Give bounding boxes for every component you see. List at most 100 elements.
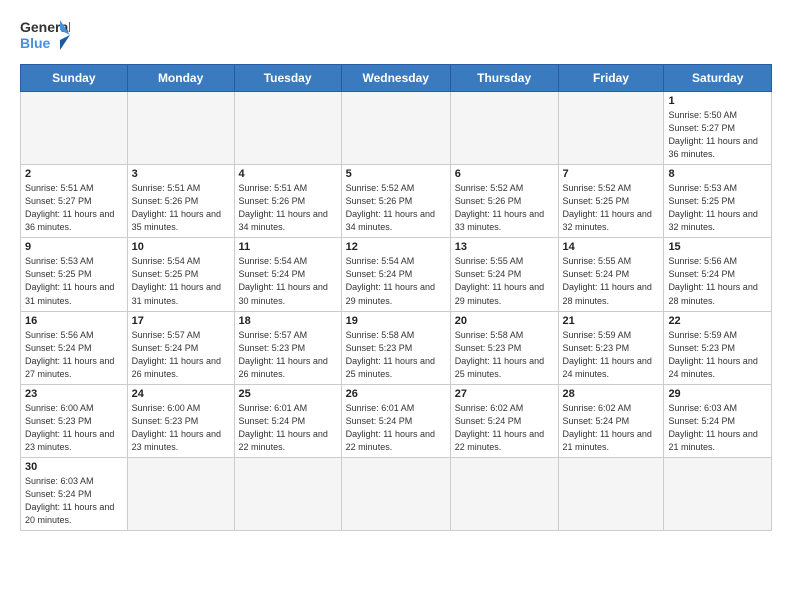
day-cell: 16 Sunrise: 5:56 AM Sunset: 5:24 PM Dayli…	[21, 311, 128, 384]
day-number: 15	[668, 241, 767, 253]
day-cell: 7Sunrise: 5:52 AM Sunset: 5:25 PM Daylig…	[558, 165, 664, 238]
day-number: 6	[455, 168, 554, 180]
calendar-header: SundayMondayTuesdayWednesdayThursdayFrid…	[21, 65, 772, 92]
day-number: 2	[25, 168, 123, 180]
day-cell: 27 Sunrise: 6:02 AM Sunset: 5:24 PM Dayli…	[450, 384, 558, 457]
day-number: 18	[239, 315, 337, 327]
day-cell: 18 Sunrise: 5:57 AM Sunset: 5:23 PM Dayli…	[234, 311, 341, 384]
day-cell	[127, 92, 234, 165]
day-number: 26	[346, 388, 446, 400]
week-row-1: 1 Sunrise: 5:50 AM Sunset: 5:27 PM Daylig…	[21, 92, 772, 165]
day-cell	[558, 457, 664, 530]
day-info: Sunrise: 5:50 AM Sunset: 5:27 PM Dayligh…	[668, 109, 767, 161]
day-number: 5	[346, 168, 446, 180]
day-info: Sunrise: 5:51 AM Sunset: 5:26 PM Dayligh…	[132, 182, 230, 234]
day-cell	[558, 92, 664, 165]
day-number: 8	[668, 168, 767, 180]
day-cell	[127, 457, 234, 530]
day-cell: 5 Sunrise: 5:52 AM Sunset: 5:26 PM Daylig…	[341, 165, 450, 238]
day-info: Sunrise: 5:54 AM Sunset: 5:25 PM Dayligh…	[132, 255, 230, 307]
week-row-3: 9Sunrise: 5:53 AM Sunset: 5:25 PM Daylig…	[21, 238, 772, 311]
day-number: 10	[132, 241, 230, 253]
day-info: Sunrise: 6:01 AM Sunset: 5:24 PM Dayligh…	[239, 402, 337, 454]
day-info: Sunrise: 6:00 AM Sunset: 5:23 PM Dayligh…	[132, 402, 230, 454]
day-number: 12	[346, 241, 446, 253]
day-number: 16	[25, 315, 123, 327]
day-number: 1	[668, 95, 767, 107]
day-info: Sunrise: 5:57 AM Sunset: 5:24 PM Dayligh…	[132, 329, 230, 381]
day-cell	[341, 92, 450, 165]
day-info: Sunrise: 6:01 AM Sunset: 5:24 PM Dayligh…	[346, 402, 446, 454]
day-cell: 10 Sunrise: 5:54 AM Sunset: 5:25 PM Dayli…	[127, 238, 234, 311]
day-cell: 13Sunrise: 5:55 AM Sunset: 5:24 PM Dayli…	[450, 238, 558, 311]
day-cell: 23 Sunrise: 6:00 AM Sunset: 5:23 PM Dayli…	[21, 384, 128, 457]
day-number: 25	[239, 388, 337, 400]
day-number: 11	[239, 241, 337, 253]
day-info: Sunrise: 6:00 AM Sunset: 5:23 PM Dayligh…	[25, 402, 123, 454]
day-info: Sunrise: 5:52 AM Sunset: 5:26 PM Dayligh…	[346, 182, 446, 234]
day-cell: 20 Sunrise: 5:58 AM Sunset: 5:23 PM Dayli…	[450, 311, 558, 384]
day-cell	[341, 457, 450, 530]
header-cell-tuesday: Tuesday	[234, 65, 341, 92]
day-cell	[21, 92, 128, 165]
day-number: 21	[563, 315, 660, 327]
header-cell-friday: Friday	[558, 65, 664, 92]
day-cell: 1 Sunrise: 5:50 AM Sunset: 5:27 PM Daylig…	[664, 92, 772, 165]
day-number: 14	[563, 241, 660, 253]
day-cell: 8 Sunrise: 5:53 AM Sunset: 5:25 PM Daylig…	[664, 165, 772, 238]
header: GeneralBlue	[20, 16, 772, 54]
day-info: Sunrise: 5:58 AM Sunset: 5:23 PM Dayligh…	[455, 329, 554, 381]
day-number: 23	[25, 388, 123, 400]
header-row: SundayMondayTuesdayWednesdayThursdayFrid…	[21, 65, 772, 92]
header-cell-wednesday: Wednesday	[341, 65, 450, 92]
day-info: Sunrise: 6:02 AM Sunset: 5:24 PM Dayligh…	[563, 402, 660, 454]
day-number: 3	[132, 168, 230, 180]
logo: GeneralBlue	[20, 16, 70, 54]
day-info: Sunrise: 5:56 AM Sunset: 5:24 PM Dayligh…	[25, 329, 123, 381]
day-cell: 24 Sunrise: 6:00 AM Sunset: 5:23 PM Dayli…	[127, 384, 234, 457]
day-number: 22	[668, 315, 767, 327]
day-info: Sunrise: 5:52 AM Sunset: 5:26 PM Dayligh…	[455, 182, 554, 234]
day-info: Sunrise: 5:51 AM Sunset: 5:27 PM Dayligh…	[25, 182, 123, 234]
week-row-6: 30Sunrise: 6:03 AM Sunset: 5:24 PM Dayli…	[21, 457, 772, 530]
day-cell	[450, 457, 558, 530]
day-info: Sunrise: 6:03 AM Sunset: 5:24 PM Dayligh…	[668, 402, 767, 454]
day-number: 17	[132, 315, 230, 327]
week-row-2: 2 Sunrise: 5:51 AM Sunset: 5:27 PM Daylig…	[21, 165, 772, 238]
day-info: Sunrise: 5:53 AM Sunset: 5:25 PM Dayligh…	[668, 182, 767, 234]
day-cell: 12 Sunrise: 5:54 AM Sunset: 5:24 PM Dayli…	[341, 238, 450, 311]
day-cell	[450, 92, 558, 165]
page: GeneralBlue SundayMondayTuesdayWednesday…	[0, 0, 792, 541]
day-cell: 25 Sunrise: 6:01 AM Sunset: 5:24 PM Dayli…	[234, 384, 341, 457]
week-row-5: 23 Sunrise: 6:00 AM Sunset: 5:23 PM Dayli…	[21, 384, 772, 457]
day-number: 27	[455, 388, 554, 400]
day-cell: 4Sunrise: 5:51 AM Sunset: 5:26 PM Daylig…	[234, 165, 341, 238]
day-info: Sunrise: 5:54 AM Sunset: 5:24 PM Dayligh…	[239, 255, 337, 307]
day-info: Sunrise: 5:58 AM Sunset: 5:23 PM Dayligh…	[346, 329, 446, 381]
day-cell: 29 Sunrise: 6:03 AM Sunset: 5:24 PM Dayli…	[664, 384, 772, 457]
day-info: Sunrise: 5:56 AM Sunset: 5:24 PM Dayligh…	[668, 255, 767, 307]
day-cell: 26 Sunrise: 6:01 AM Sunset: 5:24 PM Dayli…	[341, 384, 450, 457]
day-number: 9	[25, 241, 123, 253]
day-number: 30	[25, 461, 123, 473]
day-number: 24	[132, 388, 230, 400]
day-info: Sunrise: 5:54 AM Sunset: 5:24 PM Dayligh…	[346, 255, 446, 307]
header-cell-monday: Monday	[127, 65, 234, 92]
day-info: Sunrise: 6:02 AM Sunset: 5:24 PM Dayligh…	[455, 402, 554, 454]
day-info: Sunrise: 5:57 AM Sunset: 5:23 PM Dayligh…	[239, 329, 337, 381]
calendar-table: SundayMondayTuesdayWednesdayThursdayFrid…	[20, 64, 772, 531]
day-cell	[234, 92, 341, 165]
day-cell: 28 Sunrise: 6:02 AM Sunset: 5:24 PM Dayli…	[558, 384, 664, 457]
day-number: 4	[239, 168, 337, 180]
day-number: 7	[563, 168, 660, 180]
day-cell: 21 Sunrise: 5:59 AM Sunset: 5:23 PM Dayli…	[558, 311, 664, 384]
day-number: 13	[455, 241, 554, 253]
day-cell: 6 Sunrise: 5:52 AM Sunset: 5:26 PM Daylig…	[450, 165, 558, 238]
day-number: 20	[455, 315, 554, 327]
day-cell: 11 Sunrise: 5:54 AM Sunset: 5:24 PM Dayli…	[234, 238, 341, 311]
day-cell	[234, 457, 341, 530]
day-cell: 9Sunrise: 5:53 AM Sunset: 5:25 PM Daylig…	[21, 238, 128, 311]
day-number: 28	[563, 388, 660, 400]
day-info: Sunrise: 5:59 AM Sunset: 5:23 PM Dayligh…	[563, 329, 660, 381]
day-number: 29	[668, 388, 767, 400]
